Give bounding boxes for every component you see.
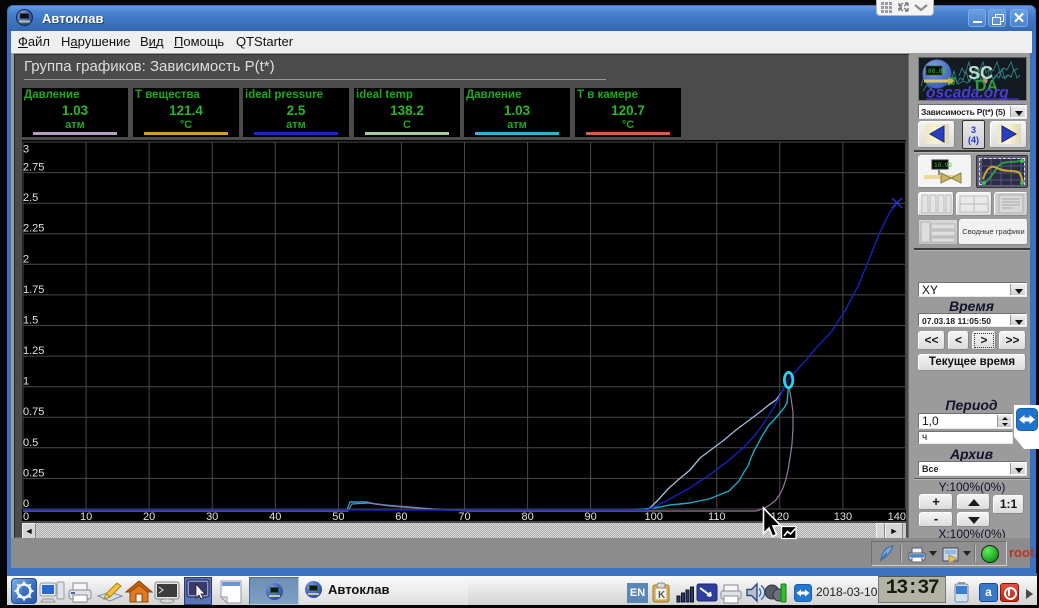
svg-text:50: 50 <box>332 511 344 521</box>
svg-text:0.5: 0.5 <box>23 437 38 449</box>
svg-text:2.5: 2.5 <box>23 192 38 204</box>
svg-text:100: 100 <box>645 511 663 521</box>
svg-text:0: 0 <box>23 511 29 521</box>
svg-text:0: 0 <box>23 498 29 510</box>
svg-text:1: 1 <box>23 376 29 388</box>
svg-text:70: 70 <box>458 511 470 521</box>
svg-text:10.93: 10.93 <box>934 162 952 169</box>
svg-text:1.5: 1.5 <box>23 315 38 327</box>
svg-text:3: 3 <box>23 144 29 156</box>
svg-text:2.25: 2.25 <box>23 223 44 235</box>
svg-text:1.75: 1.75 <box>23 284 44 296</box>
svg-text:60: 60 <box>395 511 407 521</box>
svg-text:0.25: 0.25 <box>23 467 44 479</box>
svg-text:20: 20 <box>143 511 155 521</box>
svg-text:K: K <box>658 590 666 601</box>
svg-text:90: 90 <box>584 511 596 521</box>
svg-text:oscada.org: oscada.org <box>926 85 1009 101</box>
svg-text:0.75: 0.75 <box>23 406 44 418</box>
svg-text:110: 110 <box>708 511 726 521</box>
svg-text:88.88: 88.88 <box>928 68 946 75</box>
svg-text:130: 130 <box>834 511 852 521</box>
svg-text:140: 140 <box>888 511 906 521</box>
svg-text:30: 30 <box>206 511 218 521</box>
svg-text:10: 10 <box>80 511 92 521</box>
svg-text:2.75: 2.75 <box>23 162 44 174</box>
svg-text:2: 2 <box>23 253 29 265</box>
svg-text:1.25: 1.25 <box>23 345 44 357</box>
svg-text:40: 40 <box>269 511 281 521</box>
svg-text:80: 80 <box>521 511 533 521</box>
